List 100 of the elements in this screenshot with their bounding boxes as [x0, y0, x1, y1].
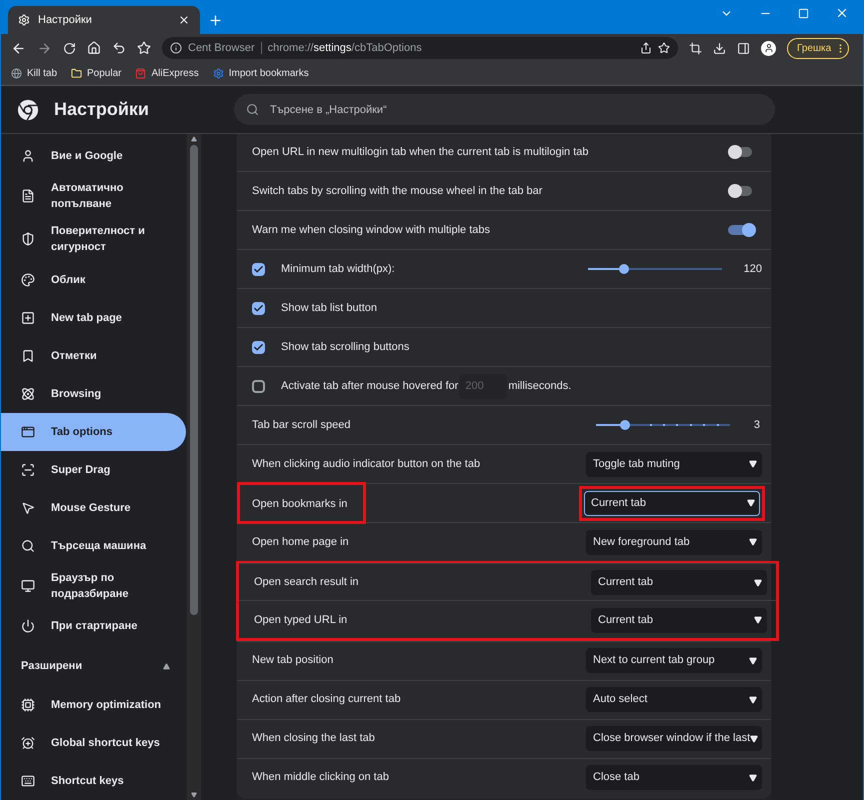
- caret-icon: [749, 774, 757, 782]
- address-bar[interactable]: Cent Browser chrome://settings/cbTabOptions: [162, 37, 678, 59]
- scroll-down-icon[interactable]: [191, 792, 197, 798]
- chrome-logo-icon: [17, 98, 39, 120]
- close-icon[interactable]: [178, 14, 190, 26]
- search-field[interactable]: Търсене в „Настройки“: [234, 94, 775, 125]
- bookmark-item[interactable]: Kill tab: [11, 66, 58, 81]
- pointer-icon: [21, 500, 35, 515]
- setting-label: When clicking audio indicator button on the tab: [252, 456, 480, 472]
- setting-label: Action after closing current tab: [252, 692, 401, 708]
- setting-label: Open home page in: [252, 534, 349, 550]
- star-icon[interactable]: [658, 42, 670, 54]
- sidebar-item[interactable]: Поверителност и сигурност: [1, 218, 186, 261]
- sidebar-item[interactable]: Browsing: [1, 374, 186, 413]
- browser-tab[interactable]: Настройки: [8, 6, 200, 34]
- dropdown[interactable]: Current tab: [584, 490, 760, 516]
- collapse-icon: [163, 663, 170, 670]
- bookmark-item[interactable]: AliExpress: [135, 66, 199, 81]
- gear-icon: [18, 14, 30, 26]
- caret-icon: [754, 616, 762, 624]
- setting-label: New tab position: [252, 653, 334, 668]
- clipboard-icon: [21, 189, 35, 204]
- side-panel-icon[interactable]: [737, 42, 750, 54]
- checkbox[interactable]: [252, 340, 265, 354]
- sidebar-item[interactable]: New tab page: [1, 298, 186, 337]
- dropdown[interactable]: Close tab: [586, 765, 762, 790]
- caret-icon: [747, 499, 755, 507]
- unit-label: milliseconds.: [508, 378, 572, 394]
- download-icon[interactable]: [713, 42, 726, 54]
- sidebar-item[interactable]: Браузър по подразбиране: [1, 564, 186, 608]
- caret-icon: [749, 538, 757, 546]
- checkbox[interactable]: [252, 380, 265, 392]
- star-icon[interactable]: [137, 41, 151, 55]
- dropdown[interactable]: Close browser window if the last: [586, 726, 762, 751]
- scroll-up-icon[interactable]: [191, 136, 197, 142]
- sidebar-item[interactable]: Автоматично попълване: [1, 175, 186, 218]
- dropdown[interactable]: Toggle tab muting: [586, 452, 762, 476]
- scrollbar[interactable]: [187, 134, 201, 800]
- share-icon[interactable]: [640, 42, 652, 54]
- forward-icon[interactable]: [37, 40, 52, 56]
- toggle-switch[interactable]: [728, 223, 754, 237]
- bookmark-item[interactable]: Popular: [71, 66, 122, 81]
- search-icon: [246, 103, 259, 116]
- palette-icon: [21, 272, 35, 287]
- setting-label: Open search result in: [254, 575, 359, 590]
- caret-icon: [750, 734, 758, 742]
- bookmark-item[interactable]: Import bookmarks: [212, 66, 309, 81]
- undo-icon[interactable]: [112, 41, 126, 55]
- sidebar-item[interactable]: Tab options: [1, 412, 186, 451]
- toggle-switch[interactable]: [728, 145, 754, 159]
- maximize-icon[interactable]: [798, 8, 809, 18]
- slider-value: 3: [752, 418, 761, 433]
- setting-label: Switch tabs by scrolling with the mouse wheel in the tab bar: [252, 184, 542, 199]
- dropdown[interactable]: Next to current tab group: [586, 648, 762, 673]
- dropdown[interactable]: Auto select: [586, 687, 762, 712]
- bookmark-icon: [21, 348, 35, 363]
- caret-icon: [749, 460, 757, 468]
- caret-icon: [754, 578, 762, 586]
- sidebar-item[interactable]: Mouse Gesture: [1, 488, 186, 527]
- input-field[interactable]: 200: [459, 374, 508, 398]
- section-header[interactable]: Разширени: [1, 647, 186, 686]
- search-icon: [21, 538, 35, 553]
- sidebar-item[interactable]: Super Drag: [1, 450, 186, 489]
- dropdown[interactable]: New foreground tab: [586, 530, 762, 554]
- power-icon: [21, 619, 35, 634]
- keyboard-icon: [21, 774, 35, 788]
- toggle-switch[interactable]: [728, 184, 754, 198]
- sidebar-item[interactable]: Memory optimization: [1, 686, 186, 724]
- setting-label: Show tab list button: [281, 300, 378, 316]
- dropdown[interactable]: Current tab: [591, 608, 767, 632]
- avatar-icon[interactable]: [761, 40, 776, 56]
- sidebar-item[interactable]: Вие и Google: [1, 137, 186, 175]
- checkbox[interactable]: [252, 302, 265, 314]
- slider[interactable]: [596, 420, 730, 430]
- sidebar-item[interactable]: Shortcut keys: [1, 762, 186, 800]
- back-icon[interactable]: [11, 40, 26, 56]
- slider[interactable]: [588, 264, 722, 274]
- sidebar-item[interactable]: Global shortcut keys: [1, 724, 186, 762]
- sidebar-item[interactable]: Облик: [1, 260, 186, 299]
- setting-label: Open typed URL in: [254, 612, 348, 628]
- caret-icon: [749, 696, 757, 704]
- caret-icon: [749, 656, 757, 664]
- checkbox[interactable]: [252, 262, 265, 276]
- person-icon: [21, 149, 35, 163]
- dropdown[interactable]: Current tab: [591, 570, 767, 595]
- new-tab-icon[interactable]: [208, 13, 223, 28]
- atom-icon: [21, 386, 35, 401]
- sidebar-item[interactable]: Търсеща машина: [1, 526, 186, 565]
- window-icon: [21, 424, 35, 439]
- reload-icon[interactable]: [63, 42, 76, 54]
- page-title: Настройки: [54, 98, 150, 121]
- profile-button[interactable]: Грешка: [787, 38, 850, 58]
- plus-square-icon: [21, 310, 35, 325]
- sidebar-item[interactable]: При стартиране: [1, 607, 186, 646]
- folder-icon: [71, 68, 82, 79]
- home-icon[interactable]: [87, 41, 101, 55]
- setting-label: Open bookmarks in: [252, 498, 348, 510]
- crop-icon[interactable]: [689, 42, 702, 54]
- sidebar-item[interactable]: Отметки: [1, 336, 186, 375]
- slider-value: 120: [742, 262, 762, 277]
